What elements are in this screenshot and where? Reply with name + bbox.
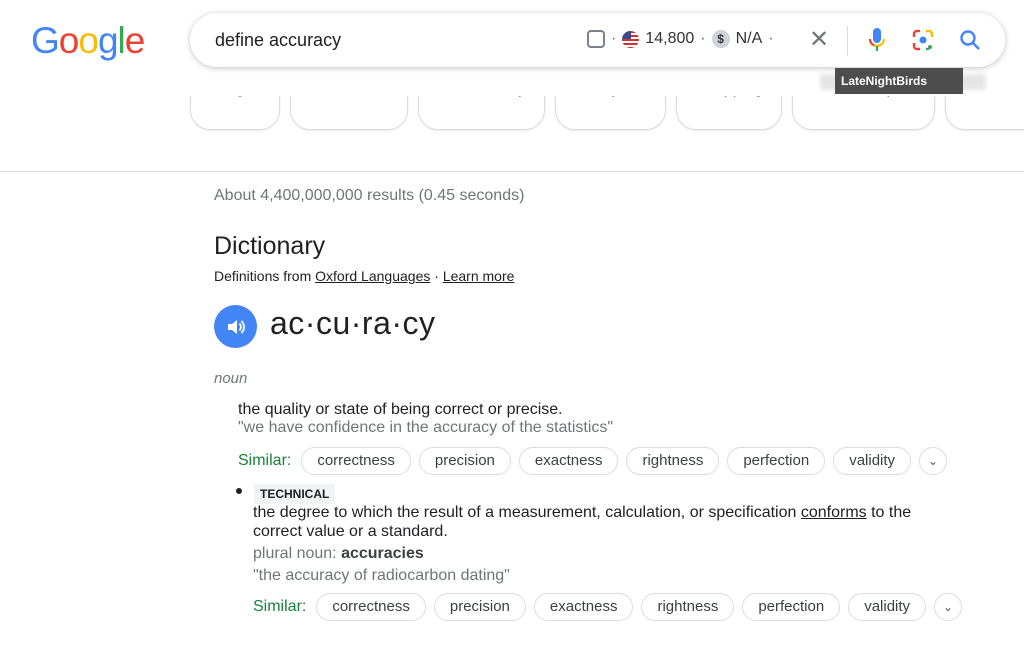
oxford-languages-link[interactable]: Oxford Languages <box>315 268 430 284</box>
definition: the degree to which the result of a meas… <box>253 503 953 541</box>
technical-tag: TECHNICAL <box>254 484 336 504</box>
microphone-icon[interactable] <box>867 27 887 53</box>
sense-2: the degree to which the result of a meas… <box>253 503 953 585</box>
similar-chip[interactable]: validity <box>848 593 927 621</box>
similar-chip[interactable]: exactness <box>518 447 619 475</box>
similar-chip[interactable]: precision <box>433 593 526 621</box>
header-divider <box>0 171 1024 172</box>
divider <box>847 26 848 56</box>
us-flag-icon <box>622 30 640 48</box>
chip-images[interactable]: Images <box>190 96 281 130</box>
plural-form: accuracies <box>341 545 424 562</box>
chip-in-physics[interactable]: In Physics <box>555 96 667 130</box>
learn-more-link[interactable]: Learn more <box>443 268 515 284</box>
search-volume: 14,800 <box>645 30 695 47</box>
plural: plural noun: accuracies <box>253 544 953 563</box>
logo-letter: l <box>117 20 126 61</box>
logo-letter: o <box>58 20 80 61</box>
separator: · <box>611 30 617 47</box>
dollar-icon: $ <box>711 30 730 48</box>
definition-text: the degree to which the result of a meas… <box>253 504 801 521</box>
filter-chips: Images In statistics In Chemistry In Phy… <box>0 96 1024 136</box>
similar-label: Similar: <box>253 598 307 615</box>
similar-words-1: Similar: correctness precision exactness… <box>238 447 948 475</box>
search-input[interactable]: define accuracy <box>215 30 341 51</box>
similar-chip[interactable]: correctness <box>316 593 426 621</box>
speaker-icon <box>227 319 245 334</box>
logo-letter: G <box>31 20 60 61</box>
definitions-source: Definitions from Oxford Languages · Lear… <box>214 268 514 284</box>
cpc-value: N/A <box>735 30 763 47</box>
separator: · <box>700 30 706 47</box>
google-logo[interactable]: Google <box>31 20 146 62</box>
sense-1: the quality or state of being correct or… <box>238 401 613 437</box>
tooltip: LateNightBirds <box>835 68 963 94</box>
headword: ac·cu·ra·cy <box>270 305 436 341</box>
example: "the accuracy of radiocarbon dating" <box>253 567 510 584</box>
example: "we have confidence in the accuracy of t… <box>238 419 614 436</box>
similar-chip[interactable]: rightness <box>626 447 720 475</box>
google-lens-icon[interactable] <box>911 28 935 52</box>
search-box[interactable]: define accuracy · 14,800 · $ N/A · ✕ <box>190 13 1005 67</box>
chevron-down-icon[interactable]: ⌄ <box>919 447 948 475</box>
chip-in-chemistry[interactable]: In Chemistry <box>417 96 546 130</box>
bullet <box>236 488 242 494</box>
chip-with-examples[interactable]: With examples <box>791 96 935 130</box>
clear-icon[interactable]: ✕ <box>809 25 829 54</box>
logo-letter: e <box>124 20 146 61</box>
similar-chip[interactable]: perfection <box>727 447 826 475</box>
similar-words-2: Similar: correctness precision exactness… <box>253 593 963 621</box>
conforms-link[interactable]: conforms <box>801 504 867 521</box>
source-prefix: Definitions from <box>214 268 316 284</box>
logo-letter: g <box>97 20 119 61</box>
result-stats: About 4,400,000,000 results (0.45 second… <box>214 187 525 204</box>
similar-chip[interactable]: correctness <box>301 447 411 475</box>
similar-label: Similar: <box>238 452 292 469</box>
similar-chip[interactable]: precision <box>418 447 511 475</box>
plural-label: plural noun: <box>253 545 342 562</box>
chip-in-measurement[interactable]: In measurement <box>944 96 1024 130</box>
part-of-speech: noun <box>214 370 248 387</box>
search-icon[interactable] <box>958 28 982 52</box>
similar-chip[interactable]: perfection <box>742 593 841 621</box>
dictionary-title: Dictionary <box>214 232 326 260</box>
logo-letter: o <box>78 20 99 61</box>
pronounce-button[interactable] <box>214 305 257 348</box>
similar-chip[interactable]: rightness <box>641 593 735 621</box>
chevron-down-icon[interactable]: ⌄ <box>934 593 963 621</box>
similar-chip[interactable]: exactness <box>533 593 634 621</box>
separator: · <box>430 268 443 284</box>
definition: the quality or state of being correct or… <box>238 401 563 418</box>
keyword-extension: · 14,800 · $ N/A · <box>587 30 774 48</box>
similar-chip[interactable]: validity <box>833 447 912 475</box>
separator: · <box>768 30 774 47</box>
chip-shopping[interactable]: Shopping <box>676 96 782 130</box>
checkbox[interactable] <box>587 30 605 48</box>
chip-in-statistics[interactable]: In statistics <box>290 96 408 130</box>
